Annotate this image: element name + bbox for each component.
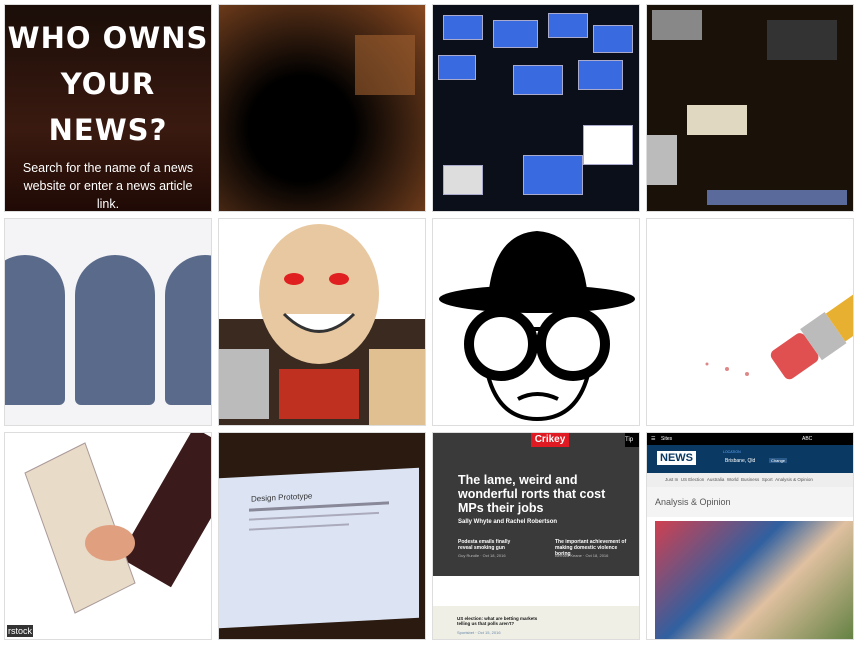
image-hand-holding-newspaper[interactable]: rstock [4,432,212,640]
newspaper-illustration [24,433,211,614]
crikey-story-3-meta: Sportsbet · Oct 15, 2016 [457,630,501,635]
eraser-illustration [705,290,853,380]
cartoon-illustration [219,224,425,425]
news-logo: NEWS [657,451,696,465]
image-design-prototype-screen[interactable]: Design Prototype [218,432,426,640]
image-pencil-eraser[interactable] [646,218,854,426]
hero-title: WHO OWNS YOUR NEWS? [7,21,209,147]
image-abc-news-page[interactable]: ☰ Sites ABC NEWS LOCATION Brisbane, Qld … [646,432,854,640]
hero-subtitle: Search for the name of a news website or… [22,161,194,211]
monitor [355,35,415,95]
image-newsroom-silhouette[interactable] [218,4,426,212]
laptop-screen: Design Prototype [219,467,419,629]
spy-icon [439,231,635,422]
location-value: Brisbane, Qld [725,458,756,464]
crikey-headline: The lame, weird and wonderful rorts that… [458,473,606,515]
crikey-byline: Sally Whyte and Rachel Robertson [458,519,558,525]
prototype-title: Design Prototype [251,491,313,504]
crikey-story-1: Podesta emails finally reveal smoking gu… [458,539,511,551]
image-spy-with-binoculars[interactable] [432,218,640,426]
crikey-logo: Crikey [531,433,569,447]
section-title: Analysis & Opinion [647,487,853,517]
stock-watermark: rstock [7,625,34,637]
abc-nav: Just In US Election Australia World Busi… [647,473,853,487]
abc-logo: ABC [802,436,813,442]
tip-button: Tip [625,433,639,447]
image-cartoon-media-mogul[interactable] [218,218,426,426]
hero-tile[interactable]: WHO OWNS YOUR NEWS? Search for the name … [4,4,212,212]
article-photo [655,521,853,639]
image-men-hiding-papers[interactable] [4,218,212,426]
change-location-button: Change [769,458,788,463]
image-broadcast-control-room[interactable] [432,4,640,212]
image-crikey-article[interactable]: Crikey Tip The lame, weird and wonderful… [432,432,640,640]
location-label: LOCATION [723,450,741,454]
crikey-story-3: US election: what are betting markets te… [457,616,538,626]
image-tv-monitors[interactable] [646,4,854,212]
sites-label: Sites [661,436,673,442]
crikey-story-1-meta: Guy Rundle · Oct 18, 2016 [458,553,506,558]
crikey-story-2-meta: Bernard Keane · Oct 18, 2016 [555,553,609,558]
menu-icon: ☰ [651,436,656,442]
